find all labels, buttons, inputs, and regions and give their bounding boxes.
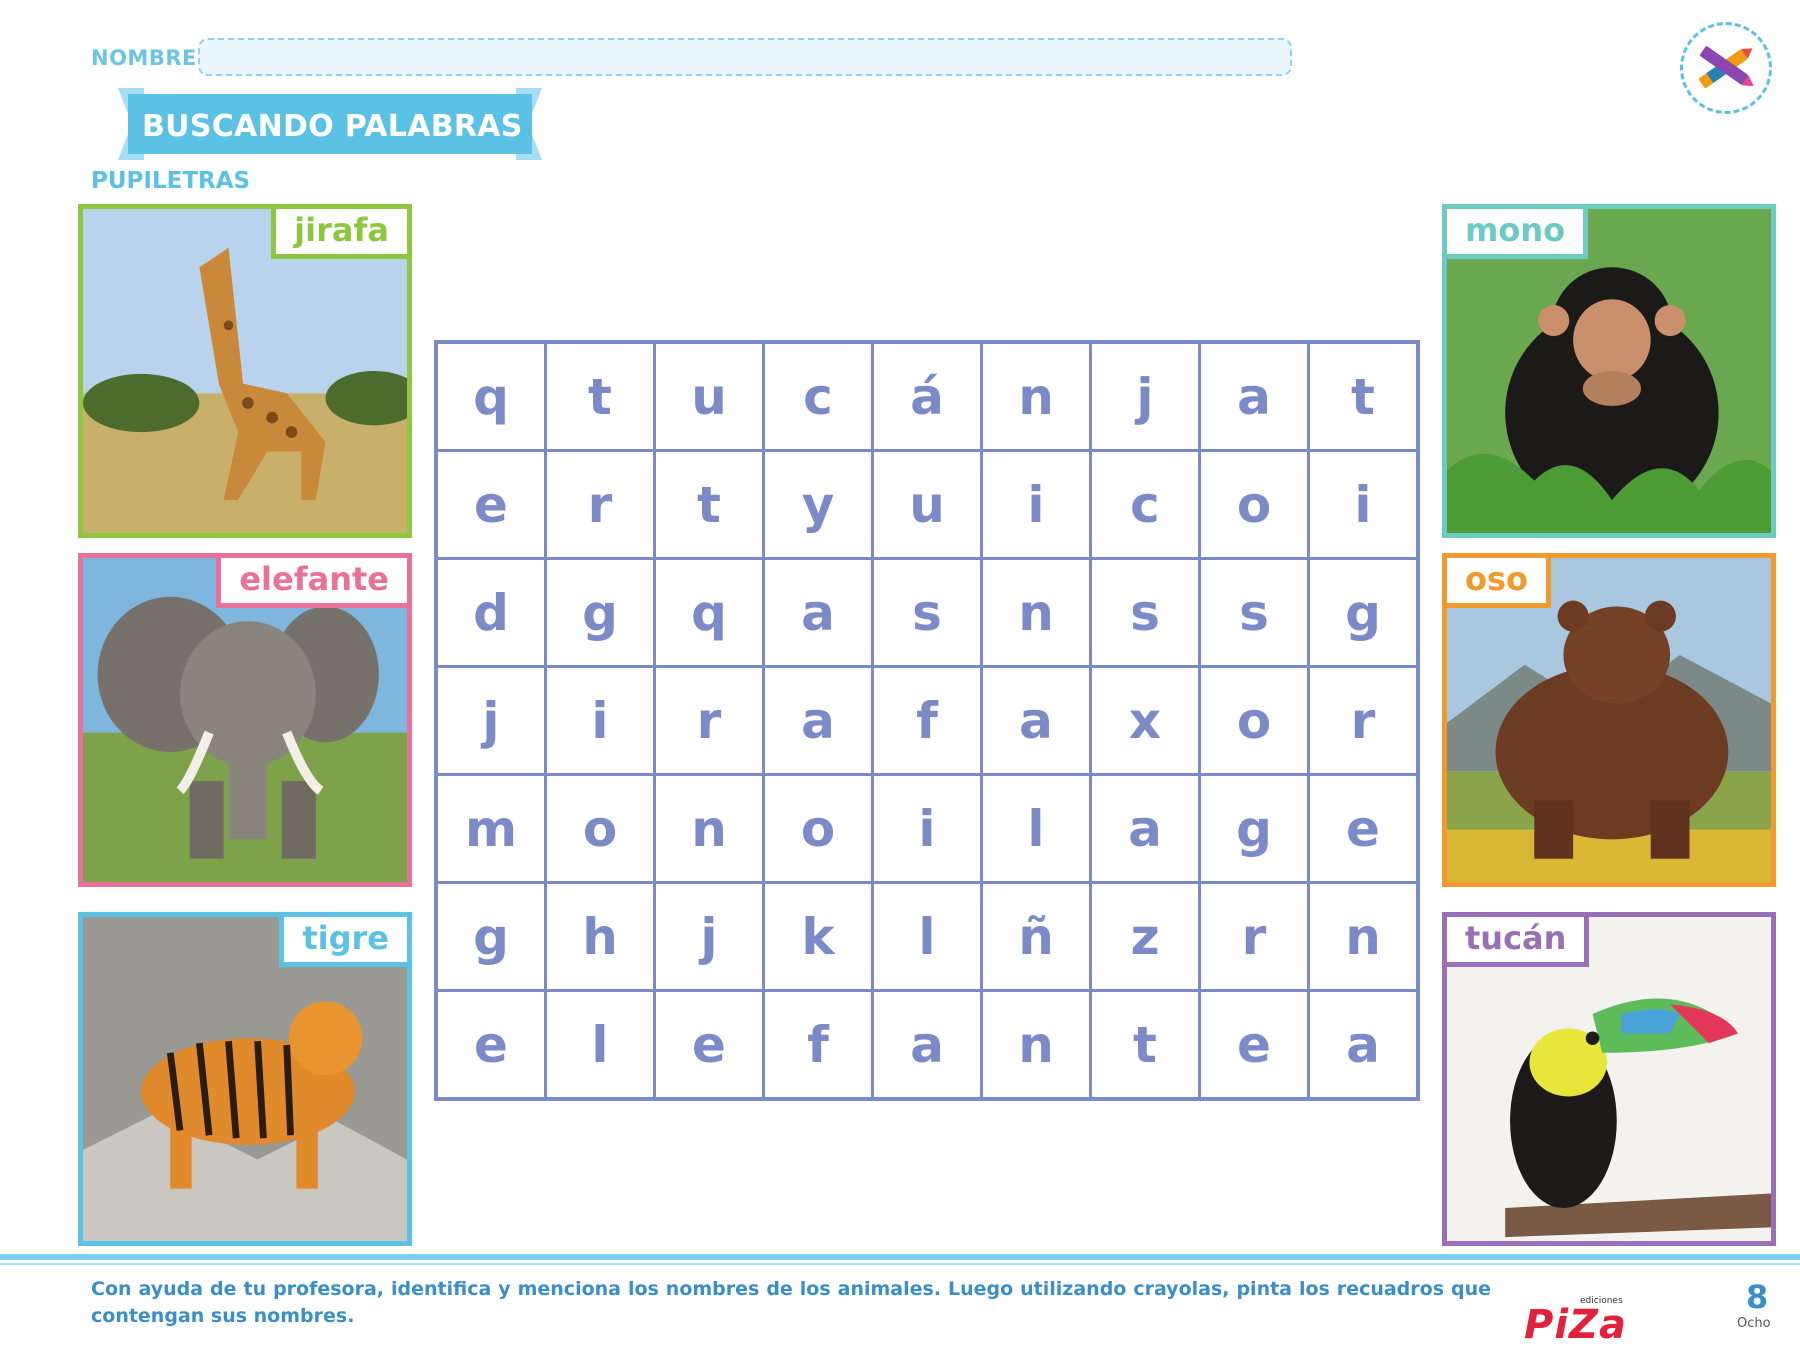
crayon-icon [1680,22,1772,114]
grid-cell[interactable]: m [434,773,547,884]
grid-cell[interactable]: q [434,340,547,452]
name-field[interactable] [198,38,1292,76]
grid-row: elefantea [434,989,1420,1101]
grid-cell[interactable]: n [653,773,765,884]
grid-cell[interactable]: u [653,340,765,452]
brand-logo: PiZa [1524,1302,1628,1348]
grid-cell[interactable]: u [871,449,983,560]
grid-cell[interactable]: a [871,989,983,1101]
grid-cell[interactable]: o [1198,449,1310,560]
card-oso: oso [1442,553,1776,887]
instructions-text: Con ayuda de tu profesora, identifica y … [91,1278,1491,1327]
grid-cell[interactable]: e [1198,989,1310,1101]
grid-row: jirafaxor [434,665,1420,776]
card-jirafa: jirafa [78,204,412,538]
label-elefante: elefante [216,558,407,609]
grid-cell[interactable]: á [871,340,983,452]
grid-cell[interactable]: j [1089,340,1201,452]
grid-cell[interactable]: d [434,557,547,668]
grid-cell[interactable]: t [1089,989,1201,1101]
grid-cell[interactable]: q [653,557,765,668]
grid-cell[interactable]: o [544,773,656,884]
footer-divider-thin [0,1263,1800,1265]
grid-cell[interactable]: k [762,881,874,992]
grid-cell[interactable]: y [762,449,874,560]
grid-cell[interactable]: a [1198,340,1310,452]
grid-cell[interactable]: l [980,773,1092,884]
name-label: NOMBRE: [91,46,206,70]
grid-cell[interactable]: o [762,773,874,884]
footer-divider [0,1254,1800,1260]
grid-cell[interactable]: g [434,881,547,992]
grid-cell[interactable]: a [1307,989,1420,1101]
grid-cell[interactable]: o [1198,665,1310,776]
grid-row: dgqasnssg [434,557,1420,668]
grid-cell[interactable]: i [544,665,656,776]
grid-cell[interactable]: t [544,340,656,452]
grid-cell[interactable]: a [980,665,1092,776]
grid-cell[interactable]: n [980,557,1092,668]
grid-cell[interactable]: j [434,665,547,776]
grid-cell[interactable]: e [653,989,765,1101]
grid-cell[interactable]: r [1307,665,1420,776]
grid-cell[interactable]: c [762,340,874,452]
grid-cell[interactable]: z [1089,881,1201,992]
grid-cell[interactable]: l [544,989,656,1101]
grid-cell[interactable]: a [1089,773,1201,884]
grid-cell[interactable]: f [762,989,874,1101]
label-mono: mono [1447,209,1589,260]
grid-cell[interactable]: j [653,881,765,992]
grid-cell[interactable]: s [1089,557,1201,668]
grid-cell[interactable]: i [1307,449,1420,560]
grid-cell[interactable]: r [1198,881,1310,992]
grid-cell[interactable]: t [653,449,765,560]
page-title: BUSCANDO PALABRAS [142,109,523,144]
grid-cell[interactable]: r [653,665,765,776]
grid-cell[interactable]: a [762,665,874,776]
grid-row: ertyuicoi [434,449,1420,560]
grid-row: qtucánjat [434,340,1420,452]
grid-cell[interactable]: n [980,340,1092,452]
grid-cell[interactable]: n [1307,881,1420,992]
grid-cell[interactable]: l [871,881,983,992]
grid-cell[interactable]: f [871,665,983,776]
grid-cell[interactable]: t [1307,340,1420,452]
page-number: 8 [1746,1278,1769,1316]
grid-cell[interactable]: g [544,557,656,668]
grid-cell[interactable]: x [1089,665,1201,776]
card-elefante: elefante [78,553,412,887]
grid-cell[interactable]: n [980,989,1092,1101]
word-search-grid: qtucánjatertyuicoidgqasnssgjirafaxormono… [434,340,1420,1101]
grid-cell[interactable]: g [1307,557,1420,668]
grid-cell[interactable]: g [1198,773,1310,884]
grid-cell[interactable]: i [871,773,983,884]
grid-cell[interactable]: s [1198,557,1310,668]
grid-cell[interactable]: i [980,449,1092,560]
grid-cell[interactable]: s [871,557,983,668]
grid-cell[interactable]: ñ [980,881,1092,992]
grid-cell[interactable]: r [544,449,656,560]
label-oso: oso [1447,558,1552,609]
grid-cell[interactable]: c [1089,449,1201,560]
grid-cell[interactable]: e [434,449,547,560]
card-tigre: tigre [78,912,412,1246]
card-tucan: tucán [1442,912,1776,1246]
grid-row: ghjklñzrn [434,881,1420,992]
grid-cell[interactable]: e [1307,773,1420,884]
page-subtitle: PUPILETRAS [91,168,251,194]
page-number-word: Ocho [1737,1316,1771,1331]
grid-row: monoilage [434,773,1420,884]
label-tucan: tucán [1447,917,1590,968]
grid-cell[interactable]: a [762,557,874,668]
label-jirafa: jirafa [271,209,407,260]
label-tigre: tigre [279,917,407,968]
grid-cell[interactable]: h [544,881,656,992]
card-mono: mono [1442,204,1776,538]
grid-cell[interactable]: e [434,989,547,1101]
